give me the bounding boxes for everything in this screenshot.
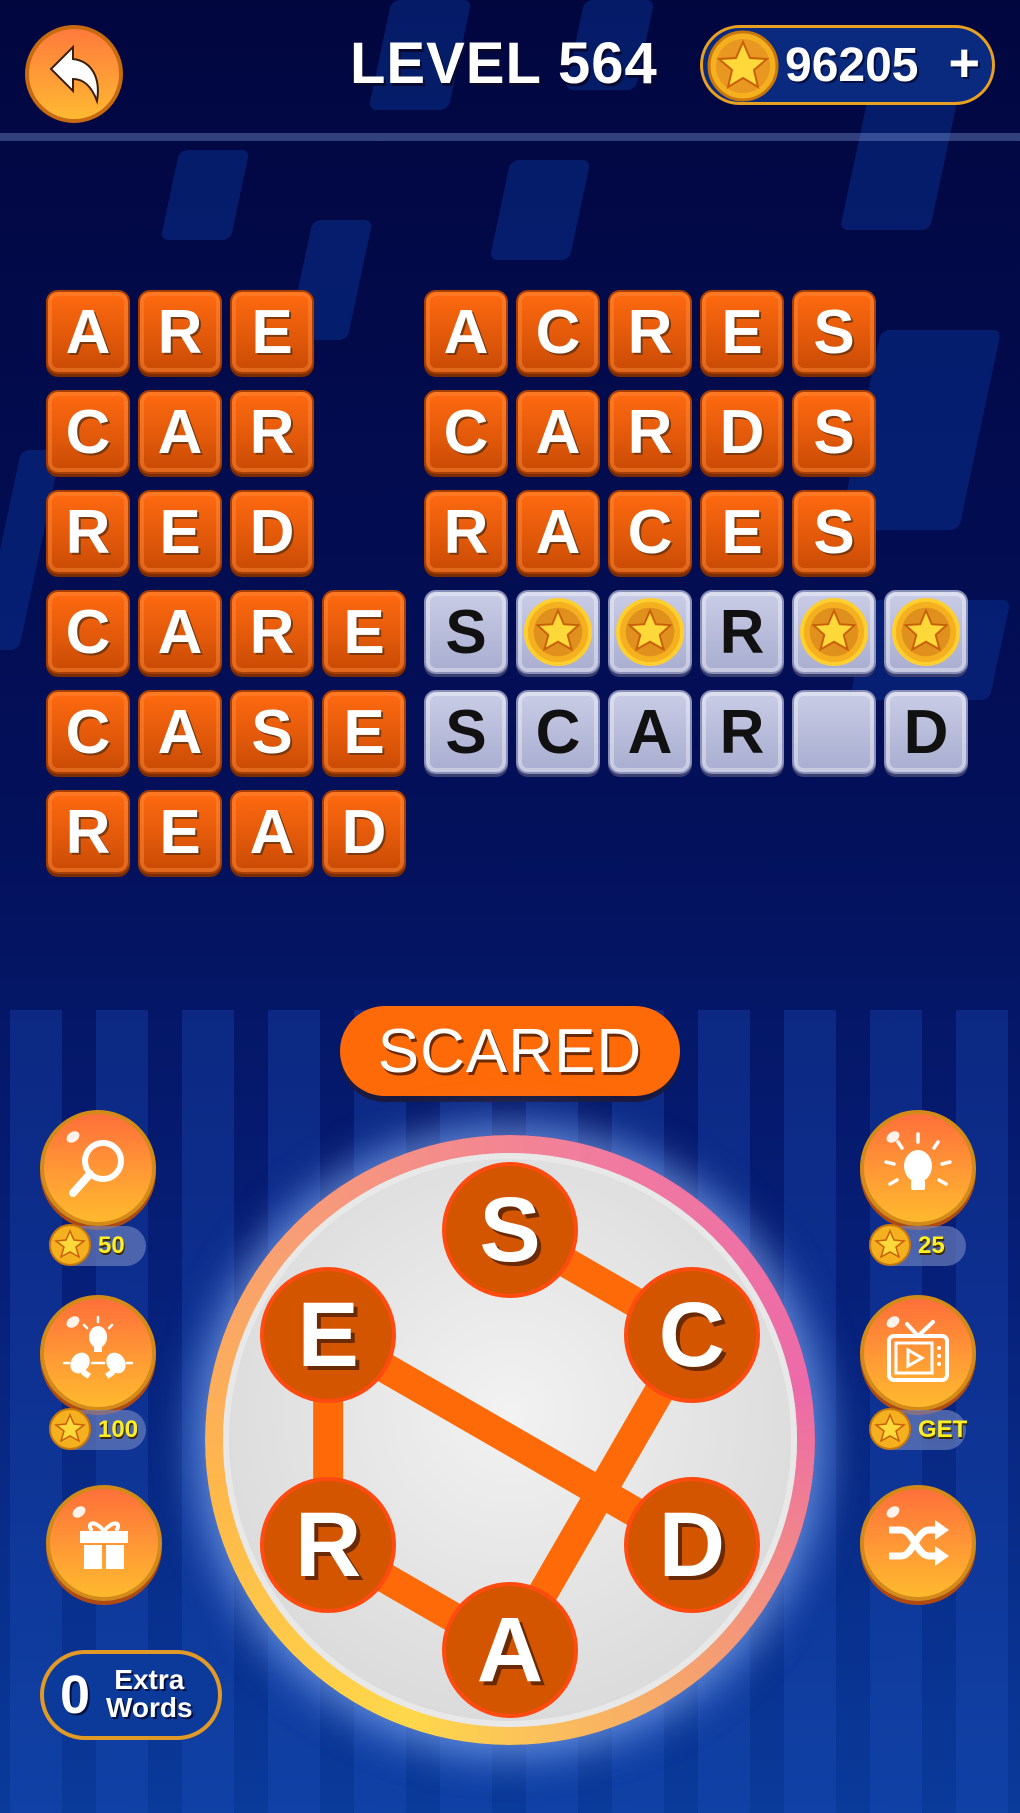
letter-tile: A — [138, 590, 222, 674]
letter-tile: D — [322, 790, 406, 874]
watch-video-reward: GET — [869, 1408, 967, 1450]
letter-tile: E — [230, 290, 314, 374]
letter-tile: D — [230, 490, 314, 574]
wheel-letter[interactable]: E — [260, 1267, 397, 1403]
coin-tile — [608, 590, 692, 674]
letter-tile: A — [138, 690, 222, 774]
letter-tile: D — [884, 690, 968, 774]
letter-tile: A — [516, 390, 600, 474]
letter-tile: C — [608, 490, 692, 574]
star-coin-icon — [523, 597, 593, 667]
magnifier-hint-cost: 50 — [49, 1224, 146, 1266]
wheel-letter[interactable]: A — [442, 1582, 578, 1718]
letter-tile: S — [792, 490, 876, 574]
star-coin-icon — [49, 1224, 91, 1266]
letter-tile: A — [608, 690, 692, 774]
letter-tile: R — [700, 590, 784, 674]
wheel-letter[interactable]: R — [260, 1477, 397, 1613]
wheel-letter[interactable]: C — [623, 1267, 760, 1403]
letter-tile: E — [700, 290, 784, 374]
add-coins-button[interactable]: + — [948, 32, 980, 94]
letter-tile: C — [46, 390, 130, 474]
header-divider — [0, 133, 1020, 141]
back-button[interactable] — [25, 25, 123, 123]
tv-play-icon — [887, 1320, 949, 1382]
extra-words-label: Extra Words — [106, 1664, 193, 1723]
star-coin-icon — [707, 30, 779, 102]
letter-tile: R — [138, 290, 222, 374]
star-coin-icon — [869, 1224, 911, 1266]
gift-icon — [80, 1521, 128, 1569]
letter-tile: S — [792, 290, 876, 374]
letter-tile: S — [792, 390, 876, 474]
coin-tile — [516, 590, 600, 674]
letter-tile: R — [230, 390, 314, 474]
coin-tile — [884, 590, 968, 674]
multi-hint-cost: 100 — [49, 1408, 146, 1450]
letter-tile: S — [424, 690, 508, 774]
extra-words-count: 0 — [60, 1665, 91, 1725]
shuffle-icon — [889, 1520, 949, 1566]
star-coin-icon — [891, 597, 961, 667]
letter-tile: S — [424, 590, 508, 674]
letter-tile: C — [516, 290, 600, 374]
watch-video-button[interactable] — [860, 1295, 976, 1411]
letter-tile: E — [322, 690, 406, 774]
letter-tile: A — [46, 290, 130, 374]
letter-tile: R — [46, 790, 130, 874]
letter-tile: A — [516, 490, 600, 574]
letter-tile: A — [138, 390, 222, 474]
shuffle-button[interactable] — [860, 1485, 976, 1601]
letter-wheel[interactable]: SCDARE — [205, 1135, 815, 1745]
letter-tile: C — [46, 690, 130, 774]
letter-tile: R — [608, 390, 692, 474]
extra-words-button[interactable]: 0 Extra Words — [40, 1650, 222, 1740]
level-title: LEVEL 564 — [350, 31, 658, 96]
wheel-letter[interactable]: D — [623, 1477, 760, 1613]
blank-tile — [792, 690, 876, 774]
letter-tile: R — [424, 490, 508, 574]
coin-balance[interactable]: 96205 + — [700, 25, 995, 105]
letter-tile: C — [46, 590, 130, 674]
letter-tile: A — [424, 290, 508, 374]
letter-tile: S — [230, 690, 314, 774]
letter-tile: E — [700, 490, 784, 574]
letter-tile: R — [608, 290, 692, 374]
bulb-hint-button[interactable] — [860, 1110, 976, 1226]
letter-tile: C — [424, 390, 508, 474]
letter-tile: A — [230, 790, 314, 874]
letter-tile: E — [138, 790, 222, 874]
letter-tile: R — [700, 690, 784, 774]
star-coin-icon — [869, 1408, 911, 1450]
magnifier-icon — [69, 1140, 124, 1197]
wheel-letter[interactable]: S — [442, 1162, 578, 1298]
star-coin-icon — [615, 597, 685, 667]
coin-count: 96205 — [785, 39, 919, 92]
back-arrow-icon — [49, 44, 99, 105]
coin-tile — [792, 590, 876, 674]
letter-tile: E — [322, 590, 406, 674]
bulb-hint-cost: 25 — [869, 1224, 966, 1266]
star-coin-icon — [799, 597, 869, 667]
current-word-display: SCARED — [340, 1006, 680, 1096]
gift-button[interactable] — [46, 1485, 162, 1601]
letter-tile: R — [46, 490, 130, 574]
letter-tile: E — [138, 490, 222, 574]
letter-tile: C — [516, 690, 600, 774]
letter-tile: R — [230, 590, 314, 674]
magnifier-hint-button[interactable] — [40, 1110, 156, 1226]
multi-hint-button[interactable] — [40, 1295, 156, 1411]
letter-tile: D — [700, 390, 784, 474]
star-coin-icon — [49, 1408, 91, 1450]
